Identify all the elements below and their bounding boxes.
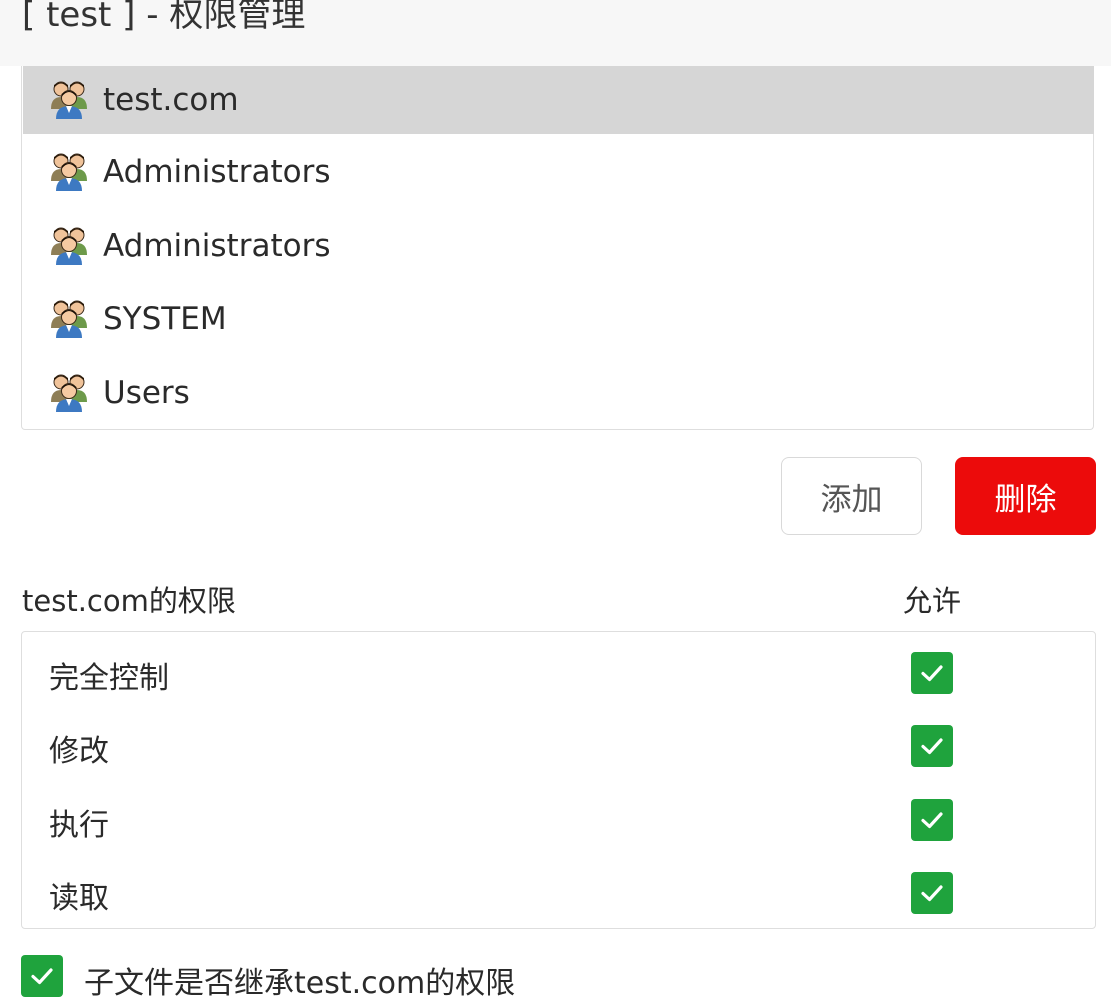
checkmark-icon [921, 738, 943, 755]
principal-label: Administrators [103, 154, 331, 190]
window-title: [ test ] - 权限管理 [22, 0, 306, 35]
principal-item-administrators[interactable]: Administrators [23, 212, 1094, 280]
principal-item-test-com[interactable]: test.com [23, 66, 1094, 134]
permission-label: 完全控制 [49, 661, 169, 696]
title-bar: [ test ] - 权限管理 [0, 0, 1111, 66]
principal-item-users[interactable]: Users [23, 359, 1094, 427]
checkmark-icon [921, 885, 943, 902]
allow-checkbox-read[interactable] [911, 872, 953, 914]
permission-row-read: 读取 [22, 855, 1095, 929]
checkmark-icon [921, 665, 943, 682]
delete-button[interactable]: 删除 [955, 457, 1096, 535]
inherit-label[interactable]: 子文件是否继承test.com的权限 [84, 958, 515, 1002]
principal-item-administrators[interactable]: Administrators [23, 138, 1094, 206]
permission-label: 读取 [49, 881, 109, 916]
permissions-heading: test.com的权限 [22, 584, 236, 618]
allow-column-heading: 允许 [903, 584, 962, 618]
user-group-icon [51, 300, 87, 338]
user-group-icon [51, 374, 87, 412]
add-button[interactable]: 添加 [781, 457, 922, 535]
user-group-icon [51, 227, 87, 265]
principal-list: test.com Administrators Administrators S… [21, 66, 1094, 430]
permission-row-full-control: 完全控制 [22, 635, 1095, 709]
principal-item-system[interactable]: SYSTEM [23, 285, 1094, 353]
checkmark-icon [921, 812, 943, 829]
allow-checkbox-execute[interactable] [911, 799, 953, 841]
permissions-table: 完全控制 修改 执行 读取 [21, 631, 1096, 929]
principal-label: SYSTEM [103, 301, 227, 337]
permission-row-modify: 修改 [22, 708, 1095, 782]
inherit-checkbox[interactable] [21, 955, 63, 997]
principal-label: Users [103, 375, 190, 411]
user-group-icon [51, 81, 87, 119]
allow-checkbox-full-control[interactable] [911, 652, 953, 694]
allow-checkbox-modify[interactable] [911, 725, 953, 767]
permission-row-execute: 执行 [22, 782, 1095, 856]
principal-label: test.com [103, 82, 239, 118]
checkmark-icon [31, 968, 53, 985]
principal-label: Administrators [103, 228, 331, 264]
user-group-icon [51, 153, 87, 191]
permission-label: 修改 [49, 734, 109, 769]
permission-label: 执行 [49, 808, 109, 843]
